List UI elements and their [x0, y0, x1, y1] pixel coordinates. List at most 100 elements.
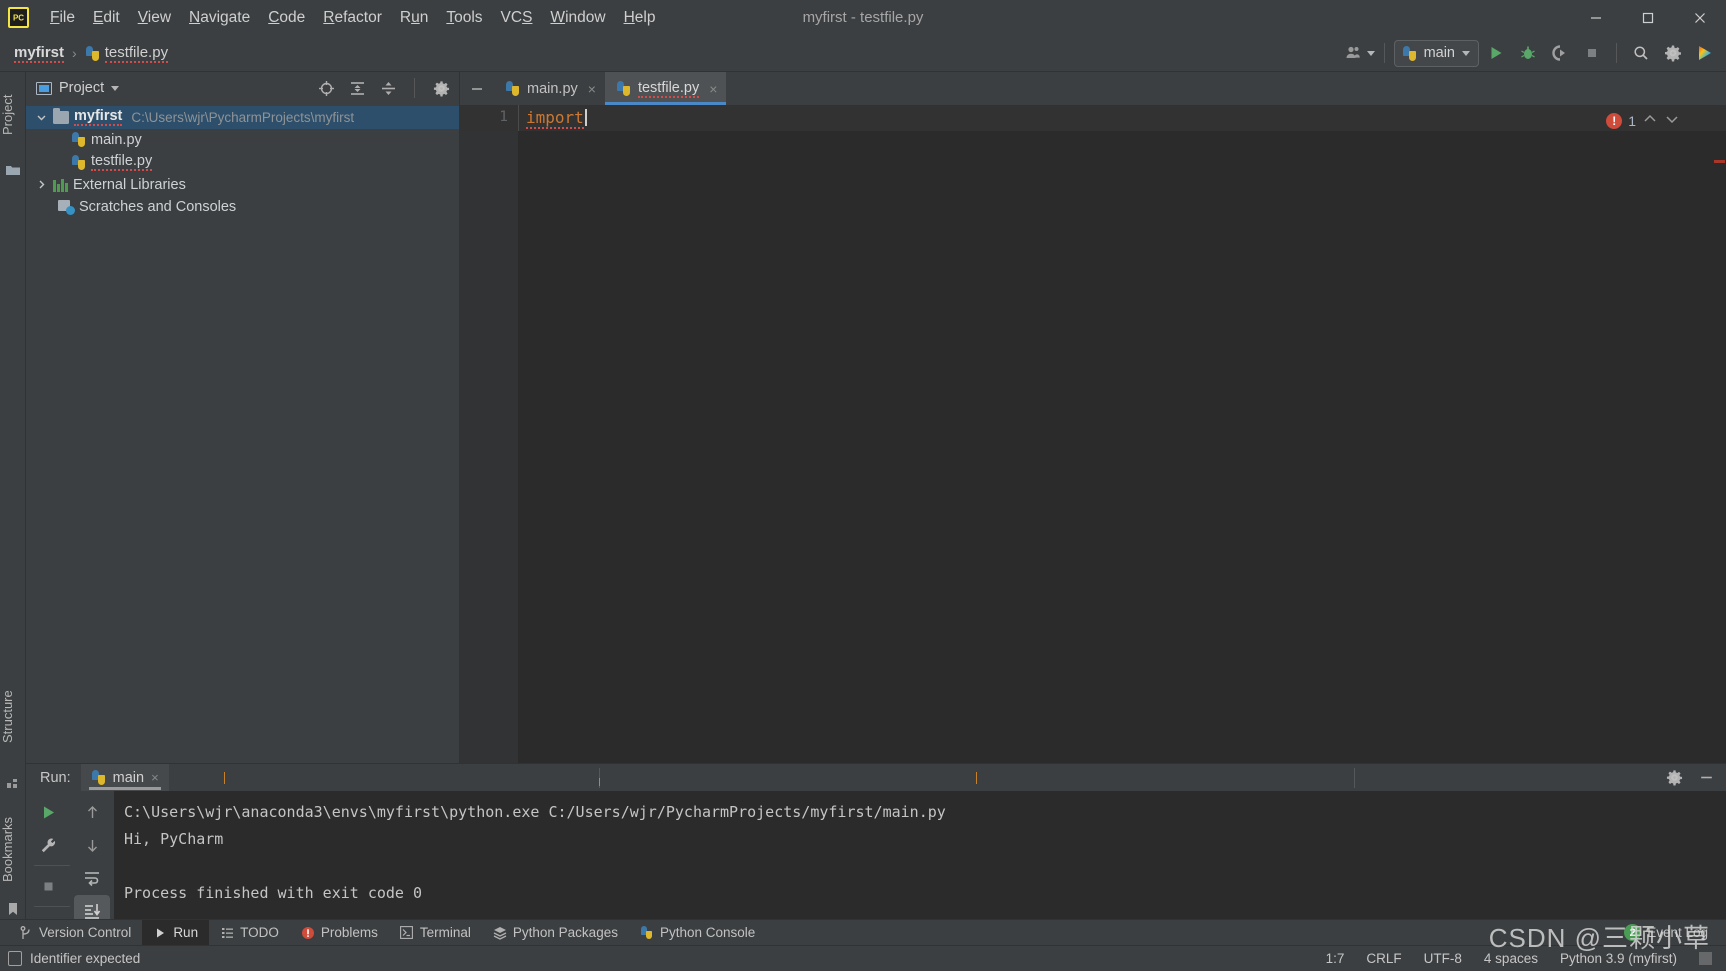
tree-label: testfile.py — [91, 153, 153, 172]
tree-node-myfirst[interactable]: myfirst C:\Users\wjr\PycharmProjects\myf… — [26, 106, 459, 129]
project-tool-window: Project myfirst C:\Users\wjr\PycharmProj… — [26, 72, 460, 815]
document-icon — [8, 951, 22, 966]
status-message-label: Identifier expected — [30, 951, 141, 966]
minimize-button[interactable] — [1570, 0, 1622, 35]
editor-error-stripe[interactable] — [1712, 138, 1726, 815]
breadcrumb-file[interactable]: testfile.py — [85, 44, 169, 63]
debug-button[interactable] — [1513, 38, 1543, 68]
rerun-button[interactable] — [30, 796, 66, 828]
next-error-icon[interactable] — [1664, 111, 1680, 131]
line-number: 1 — [499, 109, 508, 125]
tree-node-main-py[interactable]: main.py — [26, 129, 459, 152]
project-header-divider — [414, 78, 415, 98]
bottom-tab-label: Problems — [320, 925, 378, 940]
editor-tab-label: testfile.py — [637, 79, 700, 98]
editor-tab-main-py[interactable]: main.py × — [494, 72, 605, 105]
hide-project-panel-icon[interactable] — [460, 72, 494, 105]
collapse-all-icon[interactable] — [376, 76, 400, 100]
menu-edit[interactable]: Edit — [84, 6, 129, 30]
stop-button[interactable] — [1577, 38, 1607, 68]
menu-code[interactable]: Code — [259, 6, 314, 30]
scroll-up-button[interactable] — [74, 796, 110, 828]
modify-run-configuration-button[interactable] — [30, 829, 66, 861]
line-separator[interactable]: CRLF — [1366, 951, 1401, 966]
menu-file[interactable]: File — [41, 6, 84, 30]
hide-run-panel-icon[interactable] — [1694, 766, 1718, 790]
code-editor[interactable]: 1 import ! 1 — [460, 105, 1726, 815]
search-everywhere-icon[interactable] — [1626, 38, 1656, 68]
close-tab-icon[interactable]: × — [588, 81, 596, 97]
editor-tab-testfile-py[interactable]: testfile.py × — [604, 72, 727, 105]
bottom-tab-problems[interactable]: Problems — [290, 920, 389, 946]
expand-all-icon[interactable] — [345, 76, 369, 100]
menu-tools[interactable]: Tools — [437, 6, 491, 30]
python-icon — [640, 926, 654, 940]
bottom-tool-window-bar: Version Control Run TODO Problems Termin… — [0, 919, 1726, 946]
run-button[interactable] — [1481, 38, 1511, 68]
bottom-tab-version-control[interactable]: Version Control — [8, 920, 142, 946]
editor-gutter[interactable]: 1 — [460, 105, 518, 815]
play-icon — [153, 926, 167, 940]
bookmark-icon[interactable] — [5, 901, 21, 917]
run-panel-label: Run: — [40, 769, 71, 786]
bottom-tab-terminal[interactable]: Terminal — [389, 920, 482, 946]
bottom-tab-python-console[interactable]: Python Console — [629, 920, 766, 946]
chevron-down-icon[interactable] — [34, 110, 48, 124]
indent-setting[interactable]: 4 spaces — [1484, 951, 1538, 966]
menu-window[interactable]: Window — [541, 6, 614, 30]
run-with-coverage-button[interactable] — [1545, 38, 1575, 68]
menu-run[interactable]: Run — [391, 6, 437, 30]
select-opened-file-icon[interactable] — [314, 76, 338, 100]
menu-help[interactable]: Help — [615, 6, 665, 30]
scroll-down-button[interactable] — [74, 829, 110, 861]
error-stripe-mark[interactable] — [1714, 160, 1725, 163]
editor-area: main.py × testfile.py × 1 import ! 1 — [460, 72, 1726, 815]
bottom-tab-python-packages[interactable]: Python Packages — [482, 920, 629, 946]
tree-node-external-libraries[interactable]: External Libraries — [26, 174, 459, 197]
resize-grip[interactable] — [1699, 952, 1712, 965]
bottom-tab-run[interactable]: Run — [142, 919, 210, 946]
menu-navigate[interactable]: Navigate — [180, 6, 259, 30]
stripe-folder-icon[interactable] — [5, 162, 21, 178]
soft-wrap-button[interactable] — [74, 862, 110, 894]
panel-settings-gear-icon[interactable] — [429, 76, 453, 100]
ide-assistant-icon[interactable] — [1690, 38, 1720, 68]
menu-refactor[interactable]: Refactor — [314, 6, 391, 30]
error-count: 1 — [1628, 113, 1636, 129]
settings-gear-icon[interactable] — [1658, 38, 1688, 68]
file-encoding[interactable]: UTF-8 — [1424, 951, 1462, 966]
python-file-icon — [616, 81, 631, 96]
previous-error-icon[interactable] — [1642, 111, 1658, 131]
caret-position[interactable]: 1:7 — [1326, 951, 1345, 966]
breadcrumb-project[interactable]: myfirst — [14, 44, 65, 63]
menu-vcs[interactable]: VCS — [492, 6, 542, 30]
code-line-1[interactable]: import — [518, 105, 587, 131]
run-console-output[interactable]: C:\Users\wjr\anaconda3\envs\myfirst\pyth… — [114, 791, 1726, 919]
bottom-tab-todo[interactable]: TODO — [209, 920, 290, 946]
toolbar-divider — [34, 865, 70, 866]
run-tab-main[interactable]: main × — [80, 763, 169, 792]
pycharm-window: File Edit View Navigate Code Refactor Ru… — [0, 0, 1726, 971]
maximize-button[interactable] — [1622, 0, 1674, 35]
chevron-right-icon[interactable] — [34, 178, 48, 192]
close-run-tab-icon[interactable]: × — [151, 770, 159, 785]
run-configuration-selector[interactable]: main — [1393, 39, 1479, 67]
stripe-project-label[interactable]: Project — [0, 76, 26, 154]
inspection-status[interactable]: ! 1 — [1606, 111, 1680, 131]
tree-node-testfile-py[interactable]: testfile.py — [26, 151, 459, 174]
close-button[interactable] — [1674, 0, 1726, 35]
stop-process-button[interactable] — [30, 870, 66, 902]
structure-icon[interactable] — [5, 775, 21, 791]
project-chevron-down-icon[interactable] — [111, 85, 120, 91]
event-log-button[interactable]: 2 Event Log — [1624, 924, 1726, 941]
scratches-icon — [58, 200, 75, 216]
tree-node-scratches-and-consoles[interactable]: Scratches and Consoles — [26, 196, 459, 219]
run-panel-header-actions — [1662, 766, 1726, 790]
menu-view[interactable]: View — [129, 6, 180, 30]
account-icon[interactable] — [1345, 38, 1375, 68]
close-tab-icon[interactable]: × — [709, 81, 717, 97]
python-interpreter[interactable]: Python 3.9 (myfirst) — [1560, 951, 1677, 966]
list-icon — [220, 926, 234, 940]
stripe-structure-label[interactable]: Structure — [0, 675, 26, 759]
stripe-bookmarks-label[interactable]: Bookmarks — [0, 801, 26, 897]
